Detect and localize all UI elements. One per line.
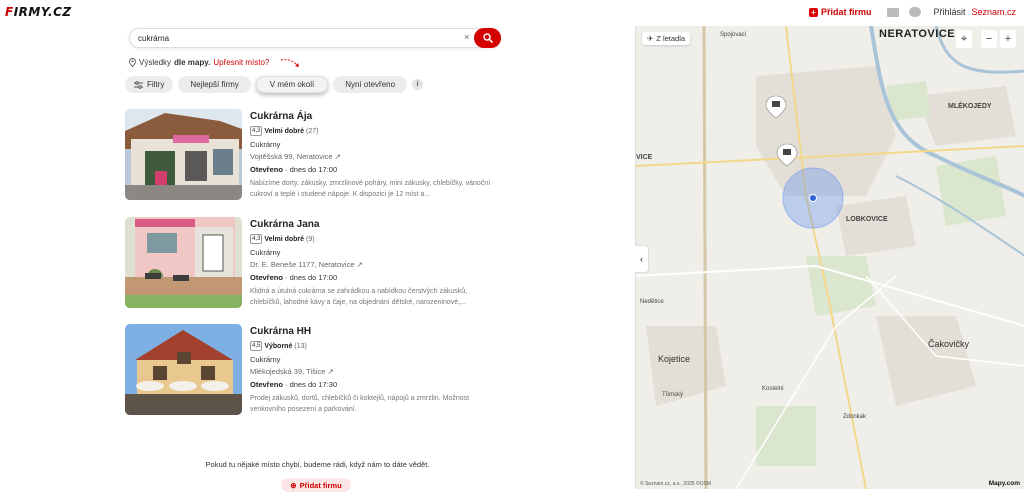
map-label-kojetice: Kojetice (658, 354, 691, 364)
search-box: × (129, 28, 501, 48)
filter-bar: Filtry Nejlepší firmy V mém okolí Nyní o… (125, 76, 424, 93)
best-firms-chip[interactable]: Nejlepší firmy (178, 76, 251, 93)
result-info: Cukrárna Ája 4,3 Velmi dobré (27) Cukrár… (250, 111, 495, 200)
map-panel[interactable]: NERATOVICE MLÉKOJEDY LOBKOVICE Kojetice … (635, 26, 1024, 489)
filters-button[interactable]: Filtry (125, 76, 174, 93)
result-title[interactable]: Cukrárna Ája (250, 111, 495, 124)
zoom-in-button[interactable]: + (1000, 30, 1016, 48)
result-title[interactable]: Cukrárna Jana (250, 219, 495, 232)
result-info: Cukrárna Jana 4,3 Velmi dobré (9) Cukrár… (250, 219, 495, 308)
add-firm-top-button[interactable]: + Přidat firmu (808, 7, 872, 17)
map-label-vice: VICE (636, 154, 653, 161)
external-link-icon: ↗ (334, 152, 341, 161)
plus-icon: + (808, 7, 818, 17)
plane-icon: ✈ (647, 34, 654, 43)
result-rating: 4,5 Výborné (13) (250, 341, 307, 351)
search-input[interactable] (138, 32, 458, 45)
chat-icon[interactable] (909, 7, 922, 17)
result-rating: 4,3 Velmi dobré (27) (250, 126, 319, 136)
result-address[interactable]: Mlékojedská 39, Tišice ↗ (250, 367, 495, 377)
clear-search-icon[interactable]: × (464, 32, 469, 42)
login-link[interactable]: Přihlásit (933, 7, 965, 17)
result-description: Klidná a útulná cukrárna se zahrádkou a … (250, 288, 468, 306)
result-item[interactable]: Cukrárna Ája 4,3 Velmi dobré (27) Cukrár… (125, 109, 495, 203)
seznam-link[interactable]: Seznam.cz (971, 7, 1016, 17)
map-label-mlekojedy: MLÉKOJEDY (948, 103, 992, 110)
rating-badge: 4,3 (250, 234, 263, 244)
map-canvas[interactable] (636, 26, 1024, 489)
map-copyright: © Seznam.cz, a.s., 2025 ©OSM (640, 481, 712, 487)
result-category: Cukrárny (250, 140, 281, 149)
map-label-neratovice: NERATOVICE (879, 28, 956, 40)
mapy-logo[interactable]: Mapy.com (989, 480, 1020, 487)
map-label-tomsky: Tůmský (662, 392, 683, 398)
add-firm-label: Přidat firmu (820, 7, 872, 17)
top-bar: FIRMY.CZ + Přidat firmu Přihlásit Seznam… (0, 0, 1024, 26)
aerial-view-button[interactable]: ✈ Z letadla (642, 32, 691, 45)
rating-badge: 4,3 (250, 126, 263, 136)
open-now-chip[interactable]: Nyní otevřeno (333, 76, 408, 93)
map-label-kostelni: Kostelní (762, 386, 784, 392)
red-arrow-icon (280, 59, 299, 67)
chevron-left-icon: ‹ (640, 254, 643, 264)
result-rating: 4,3 Velmi dobré (9) (250, 234, 315, 244)
result-title[interactable]: Cukrárna HH (250, 326, 495, 339)
result-opening: Otevřeno · dnes do 17:00 (250, 165, 338, 174)
add-icon: ⊕ (290, 480, 297, 490)
map-label-lobkovice: LOBKOVICE (846, 216, 888, 223)
result-photo[interactable] (125, 109, 242, 200)
result-address[interactable]: Vojtěšská 99, Neratovice ↗ (250, 152, 495, 162)
result-opening: Otevřeno · dnes do 17:30 (250, 380, 338, 389)
search-icon (482, 33, 493, 43)
refine-location-link[interactable]: Upřesnit místo? (213, 58, 269, 67)
external-link-icon: ↗ (327, 367, 334, 376)
info-icon[interactable]: i (412, 79, 424, 90)
zoom-out-button[interactable]: − (981, 30, 997, 48)
missing-place-note: Pokud tu nějaké místo chybí, budeme rádi… (205, 460, 430, 469)
results-prefix: Výsledky (139, 58, 172, 67)
result-item[interactable]: Cukrárna HH 4,5 Výborné (13) Cukrárny Ml… (125, 324, 495, 418)
locate-me-button[interactable]: ⌖ (956, 30, 972, 48)
map-results-notice: Výsledky dle mapy. Upřesnit místo? (129, 58, 269, 67)
firmy-logo[interactable]: FIRMY.CZ (5, 5, 72, 19)
result-description: Prodej zákusků, dortů, chlebíčků či kokt… (250, 395, 470, 413)
target-icon: ⌖ (960, 32, 968, 45)
result-category: Cukrárny (250, 248, 281, 257)
result-address[interactable]: Dr. E. Beneše 1177, Neratovice ↗ (250, 260, 495, 270)
map-label-cakovicky: Čakovičky (928, 339, 970, 349)
sliders-icon (134, 80, 143, 89)
location-pin-icon (129, 58, 136, 67)
top-right-actions: + Přidat firmu Přihlásit Seznam.cz (808, 7, 1016, 17)
result-photo[interactable] (125, 324, 242, 415)
result-info: Cukrárna HH 4,5 Výborné (13) Cukrárny Ml… (250, 326, 495, 415)
search-button[interactable] (474, 28, 501, 48)
collapse-map-button[interactable]: ‹ (635, 245, 649, 273)
map-label-nedetice: Nedětice (640, 299, 664, 305)
external-link-icon: ↗ (356, 260, 363, 269)
result-category: Cukrárny (250, 355, 281, 364)
result-description: Nabízíme dorty, zákusky, zmrzlinové pohá… (250, 180, 491, 198)
add-firm-bottom-button[interactable]: ⊕ Přidat firmu (281, 478, 351, 492)
results-bold: dle mapy. (174, 58, 211, 67)
rating-badge: 4,5 (250, 341, 263, 351)
mail-icon[interactable] (887, 7, 900, 17)
result-opening: Otevřeno · dnes do 17:00 (250, 273, 338, 282)
result-item[interactable]: Cukrárna Jana 4,3 Velmi dobré (9) Cukrár… (125, 217, 495, 311)
map-label-spojovaci: Spojovací (720, 32, 747, 38)
result-photo[interactable] (125, 217, 242, 308)
near-me-chip[interactable]: V mém okolí (255, 76, 329, 93)
map-label-zdenek: Zdonkak (843, 414, 867, 420)
